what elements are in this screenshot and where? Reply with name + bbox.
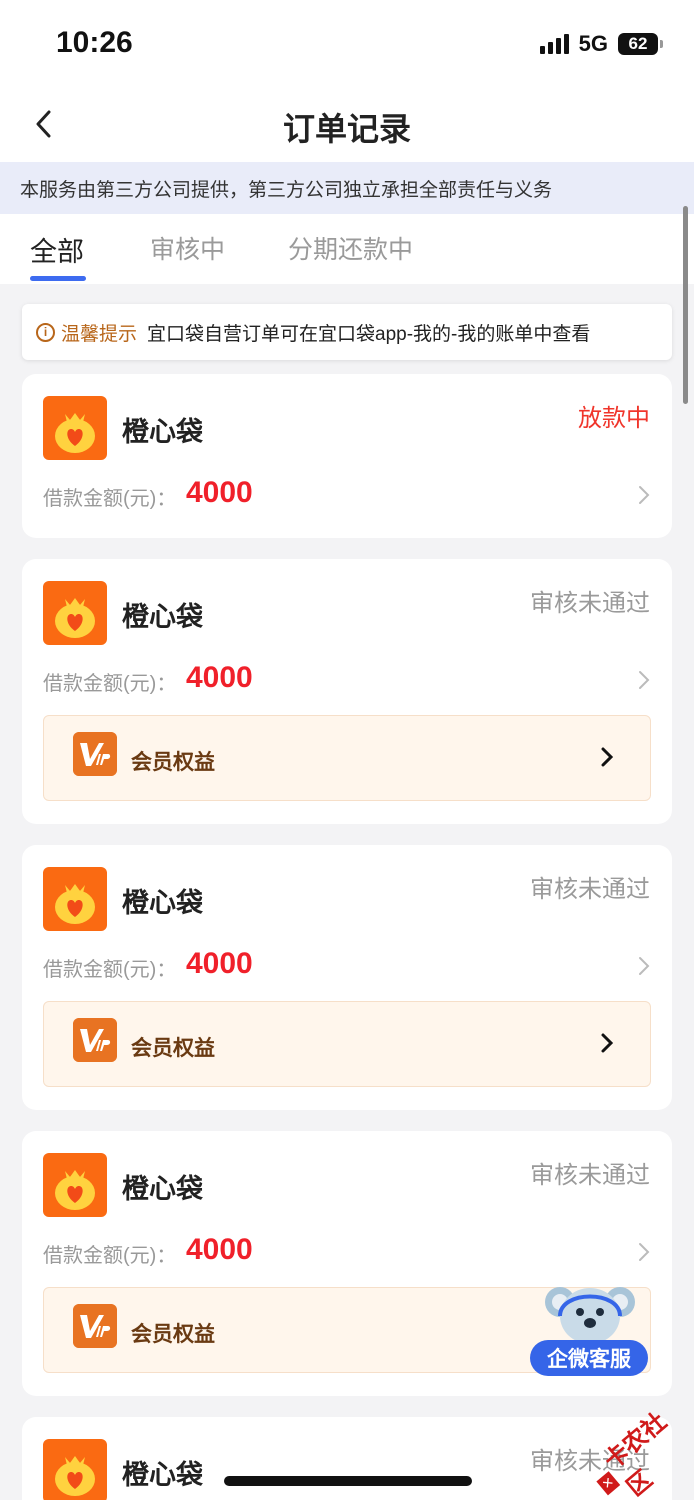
amount-value: 4000: [186, 947, 253, 980]
home-indicator[interactable]: [224, 1476, 472, 1486]
chevron-right-icon: [639, 1243, 650, 1261]
vip-benefits-button[interactable]: 会员权益: [43, 715, 651, 801]
status-bar: 10:26 5G 62: [0, 0, 694, 88]
product-name: 橙心袋: [122, 417, 203, 447]
order-status: 放款中: [578, 405, 650, 432]
vip-benefits-button[interactable]: 会员权益: [43, 1001, 651, 1087]
product-name: 橙心袋: [122, 1460, 203, 1490]
tab-reviewing[interactable]: 审核中: [150, 230, 225, 266]
order-card[interactable]: 橙心袋 审核未通过 借款金额(元)： 4000 会员权益: [22, 845, 672, 1110]
amount-value: 4000: [186, 661, 253, 694]
chevron-right-icon: [639, 486, 650, 504]
vip-icon: [73, 1018, 117, 1062]
product-name: 橙心袋: [122, 602, 203, 632]
tab-all[interactable]: 全部: [30, 230, 84, 269]
battery-icon: 62: [618, 33, 663, 55]
amount-label: 借款金额(元)：: [43, 673, 177, 695]
amount-value: 4000: [186, 476, 253, 509]
info-icon: i: [36, 322, 55, 342]
order-status: 审核未通过: [530, 1162, 650, 1189]
tab-installment-repaying[interactable]: 分期还款中: [288, 230, 413, 266]
chevron-right-icon: [639, 671, 650, 689]
customer-service-button[interactable]: 企微客服: [530, 1280, 650, 1380]
amount-label: 借款金额(元)：: [43, 959, 177, 981]
money-bag-logo-icon: [43, 1153, 107, 1217]
tip-label: 温馨提示: [61, 323, 138, 345]
scrollbar[interactable]: [683, 206, 688, 404]
order-status: 审核未通过: [530, 876, 650, 903]
vip-label: 会员权益: [131, 751, 215, 774]
koala-mascot-icon: [545, 1287, 635, 1344]
order-card[interactable]: 橙心袋 审核未通过 借款金额(元)： 4000 会员权益: [22, 559, 672, 824]
signal-icon: [539, 34, 569, 54]
tab-active-indicator: [30, 276, 86, 281]
page-title: 订单记录: [282, 111, 411, 147]
vip-icon: [73, 732, 117, 776]
chevron-right-icon: [601, 747, 614, 767]
money-bag-logo-icon: [43, 396, 107, 460]
status-indicators: 5G 62: [539, 30, 663, 58]
order-card[interactable]: 橙心袋 审核未通过: [22, 1417, 672, 1500]
status-time: 10:26: [56, 26, 133, 59]
tip-text: 宜口袋自营订单可在宜口袋app-我的-我的账单中查看: [147, 323, 591, 345]
money-bag-logo-icon: [43, 1439, 107, 1500]
order-status: 审核未通过: [530, 590, 650, 617]
money-bag-logo-icon: [43, 867, 107, 931]
vip-icon: [73, 1304, 117, 1348]
chevron-right-icon: [639, 957, 650, 975]
chevron-right-icon: [601, 1033, 614, 1053]
network-type: 5G: [578, 31, 608, 56]
order-tabs: 全部 审核中 分期还款中: [0, 214, 694, 284]
nav-bar: 订单记录: [0, 88, 694, 162]
vip-label: 会员权益: [131, 1323, 215, 1346]
battery-level: 62: [628, 34, 648, 53]
service-notice: 本服务由第三方公司提供，第三方公司独立承担全部责任与义务: [0, 162, 694, 214]
amount-label: 借款金额(元)：: [43, 488, 177, 510]
warm-tip: i 温馨提示 宜口袋自营订单可在宜口袋app-我的-我的账单中查看: [22, 304, 672, 360]
product-name: 橙心袋: [122, 888, 203, 918]
money-bag-logo-icon: [43, 581, 107, 645]
customer-service-label: 企微客服: [530, 1340, 648, 1376]
order-card[interactable]: 橙心袋 放款中 借款金额(元)： 4000: [22, 374, 672, 538]
amount-label: 借款金额(元)：: [43, 1245, 177, 1267]
amount-value: 4000: [186, 1233, 253, 1266]
product-name: 橙心袋: [122, 1174, 203, 1204]
vip-label: 会员权益: [131, 1037, 215, 1060]
